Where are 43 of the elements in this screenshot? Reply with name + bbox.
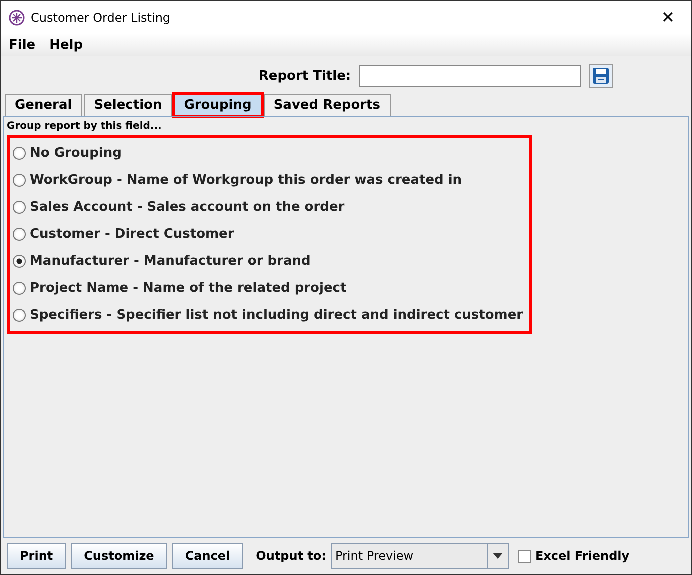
option-label: Specifiers - Specifier list not including direct and indirect customer — [30, 308, 524, 323]
radio-button[interactable] — [13, 147, 26, 160]
excel-friendly-checkbox[interactable]: Excel Friendly — [518, 549, 630, 563]
menu-item[interactable]: Help — [50, 38, 84, 52]
radio-button[interactable] — [13, 174, 26, 187]
option-label: Customer - Direct Customer — [30, 227, 234, 242]
grouping-option[interactable]: Specifiers - Specifier list not including direct and indirect customer — [13, 302, 524, 329]
option-label: Sales Account - Sales account on the order — [30, 200, 345, 215]
app-icon — [9, 10, 25, 26]
caret-icon — [493, 553, 504, 559]
menu-item[interactable]: File — [9, 38, 36, 52]
window-title: Customer Order Listing — [31, 10, 172, 24]
tab[interactable]: Grouping — [174, 94, 262, 116]
action-button[interactable]: Print — [7, 543, 66, 569]
radio-button[interactable] — [13, 282, 26, 295]
grouping-option[interactable]: Sales Account - Sales account on the order — [13, 194, 524, 221]
tab[interactable]: Saved Reports — [264, 94, 390, 116]
checkbox-label: Excel Friendly — [535, 549, 630, 563]
save-button[interactable] — [589, 64, 614, 88]
grouping-option[interactable]: Manufacturer - Manufacturer or brand — [13, 248, 524, 275]
option-label: No Grouping — [30, 146, 122, 161]
option-label: WorkGroup - Name of Workgroup this order was created in — [30, 173, 462, 188]
action-button[interactable]: Customize — [71, 543, 168, 569]
grouping-caption: Group report by this field... — [7, 121, 162, 132]
radio-button[interactable] — [13, 201, 26, 214]
grouping-option[interactable]: Project Name - Name of the related project — [13, 275, 524, 302]
option-label: Project Name - Name of the related project — [30, 281, 347, 296]
output-dropdown[interactable]: Print Preview — [331, 543, 510, 569]
checkbox[interactable] — [518, 550, 532, 562]
radio-button[interactable] — [13, 309, 26, 322]
radio-button[interactable] — [13, 228, 26, 241]
grouping-option[interactable]: WorkGroup - Name of Workgroup this order was created in — [13, 167, 524, 194]
tab[interactable]: Selection — [84, 94, 172, 116]
tab[interactable]: General — [5, 94, 82, 116]
output-label: Output to: — [256, 549, 326, 563]
close-button[interactable]: ✕ — [653, 6, 683, 28]
report-title-field[interactable] — [359, 65, 582, 87]
grouping-option[interactable]: Customer - Direct Customer — [13, 221, 524, 248]
radio-button[interactable] — [13, 255, 26, 268]
grouping-option[interactable]: No Grouping — [13, 140, 524, 167]
action-button[interactable]: Cancel — [172, 543, 244, 569]
report-title-label: Report Title: — [258, 68, 352, 84]
option-label: Manufacturer - Manufacturer or brand — [30, 254, 311, 269]
